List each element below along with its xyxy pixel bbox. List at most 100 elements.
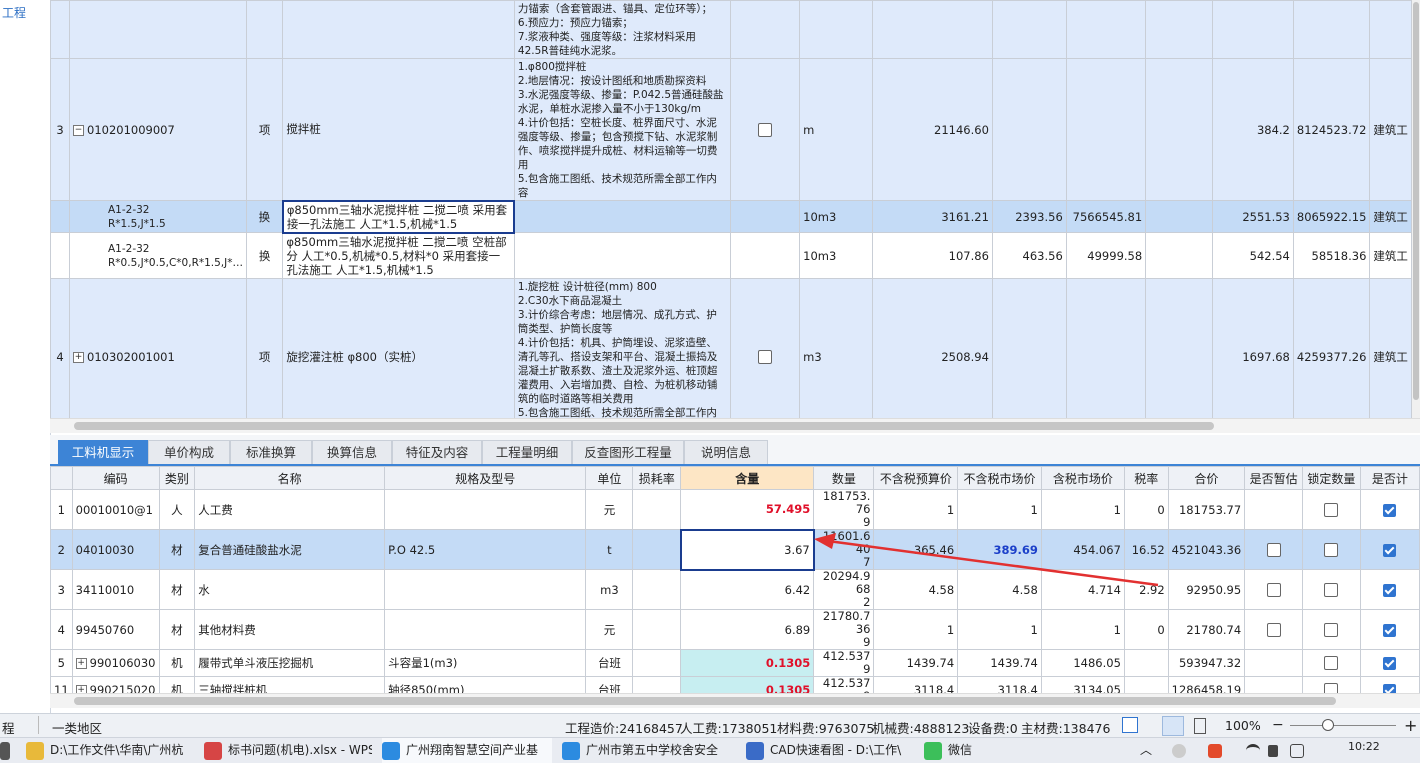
resource-loss-rate[interactable] — [632, 649, 682, 677]
item-quantity[interactable]: 21146.60 — [872, 58, 993, 201]
tray-wps-icon[interactable] — [1208, 738, 1228, 763]
lock-checkbox[interactable] — [1324, 502, 1339, 517]
wifi-icon[interactable] — [1246, 738, 1266, 763]
page-view-icon[interactable] — [1194, 718, 1206, 734]
resource-spec[interactable] — [384, 609, 587, 650]
taskbar-item[interactable]: 广州市第五中学校舍安全 — [562, 738, 738, 763]
calc-checkbox-cell[interactable] — [1359, 609, 1420, 650]
item-code[interactable] — [69, 0, 247, 59]
provisional-checkbox-cell[interactable] — [1244, 529, 1304, 570]
lock-checkbox[interactable] — [1324, 582, 1339, 597]
resource-code[interactable]: 00010010@1 — [71, 489, 160, 530]
tab-8[interactable]: 说明信息 — [684, 440, 768, 464]
column-header[interactable]: 数量 — [813, 466, 875, 490]
bill-row[interactable]: 4 +010302001001 项旋挖灌注桩 φ800（实桩） 1.旋挖桩 设计桩径(… — [50, 278, 1412, 418]
item-description[interactable]: 力锚索（含套管跟进、锚具、定位环等）； 6.预应力：预应力锚索； 7.浆液种类、… — [513, 0, 731, 59]
resource-name[interactable]: 水 — [194, 569, 386, 610]
resource-row[interactable]: 4 99450760 材其他材料费元 6.89 21780.736 9 1 1 1 0 21780… — [50, 609, 1420, 650]
resource-spec[interactable]: 斗容量1(m3) — [384, 649, 587, 677]
resource-content-qty[interactable]: 57.495 — [680, 489, 815, 530]
tab-3[interactable]: 标准换算 — [230, 440, 312, 464]
provisional-checkbox-cell[interactable] — [1244, 649, 1304, 677]
item-code[interactable]: A1-2-32 R*0.5,J*0.5,C*0,R*1.5,J*… — [69, 232, 247, 279]
lock-checkbox[interactable] — [1324, 622, 1339, 637]
resource-code[interactable]: 99450760 — [71, 609, 160, 650]
collapse-icon[interactable]: − — [73, 124, 84, 136]
resource-loss-rate[interactable] — [632, 676, 682, 693]
resource-content-qty[interactable]: 0.1305 — [680, 649, 815, 677]
tab-5[interactable]: 特征及内容 — [392, 440, 482, 464]
split-view-icon[interactable] — [1162, 716, 1184, 736]
lock-checkbox-cell[interactable] — [1302, 609, 1361, 650]
taskbar-item[interactable]: CAD快速看图 - D:\工作\ — [746, 738, 916, 763]
layout-icon[interactable] — [1122, 717, 1138, 733]
column-header[interactable]: 编码 — [71, 466, 160, 490]
tray-chevron-icon[interactable]: ︿ — [1140, 738, 1154, 763]
lock-checkbox-cell[interactable] — [1302, 529, 1361, 570]
calc-checkbox[interactable] — [1383, 543, 1397, 557]
expand-icon[interactable]: + — [73, 351, 84, 363]
item-description[interactable] — [513, 200, 731, 233]
resource-row[interactable]: 2 04010030 材复合普通硅酸盐水泥 P.O 42.5 t 3.67 11601.64… — [50, 528, 1420, 571]
bill-row[interactable]: 3−010201009007 项搅拌桩 1.φ800搅拌桩 2.地层情况：按设计图纸… — [50, 58, 1412, 201]
column-header[interactable]: 类别 — [158, 466, 196, 490]
resource-spec[interactable]: P.O 42.5 — [384, 529, 587, 570]
column-header[interactable]: 含量 — [680, 466, 815, 490]
provisional-checkbox-cell[interactable] — [1244, 489, 1304, 530]
item-quantity[interactable]: 3161.21 — [872, 200, 993, 233]
lock-checkbox-cell[interactable] — [1302, 649, 1361, 677]
item-code[interactable]: +010302001001 — [69, 278, 247, 418]
lock-checkbox-cell[interactable] — [1302, 569, 1361, 610]
item-checkbox[interactable] — [757, 349, 772, 364]
zoom-out-icon[interactable]: − — [1272, 718, 1284, 732]
left-panel-label[interactable]: 工程 — [2, 4, 26, 21]
item-checkbox[interactable] — [757, 122, 772, 137]
bill-row[interactable]: A1-2-32 R*0.5,J*0.5,C*0,R*1.5,J*… 换 φ850mm… — [50, 232, 1412, 279]
column-header[interactable]: 锁定数量 — [1302, 466, 1361, 490]
start-button[interactable] — [0, 738, 20, 763]
resource-loss-rate[interactable] — [632, 569, 682, 610]
battery-icon[interactable] — [1290, 738, 1310, 763]
market-price[interactable]: 1439.74 — [957, 649, 1042, 677]
lock-checkbox-cell[interactable] — [1302, 489, 1361, 530]
taskbar-item[interactable]: D:\工作文件\华南\广州杭 — [26, 738, 196, 763]
column-header[interactable]: 规格及型号 — [384, 466, 587, 490]
tray-app-icon[interactable] — [1172, 738, 1192, 763]
resource-code[interactable]: 04010030 — [71, 529, 160, 570]
resource-row[interactable]: 5 +990106030 机履带式单斗液压挖掘机 斗容量1(m3) 台班 0.1305 41… — [50, 649, 1420, 677]
item-code[interactable]: A1-2-32 R*1.5,J*1.5 — [69, 200, 247, 233]
clock-time[interactable]: 10:22 — [1348, 738, 1380, 759]
resource-spec[interactable] — [384, 489, 587, 530]
provisional-checkbox[interactable] — [1266, 622, 1281, 637]
taskbar-item[interactable]: 微信 — [924, 738, 1004, 763]
item-name[interactable] — [282, 0, 515, 59]
item-quantity[interactable] — [872, 0, 993, 59]
item-description[interactable]: 1.旋挖桩 设计桩径(mm) 800 2.C30水下商品混凝土 3.计价综合考虑… — [513, 278, 731, 418]
taskbar-item[interactable]: 广州翔南智慧空间产业基 — [382, 738, 552, 763]
column-header[interactable]: 含税市场价 — [1040, 466, 1125, 490]
market-price[interactable]: 1 — [957, 489, 1042, 530]
item-quantity[interactable]: 107.86 — [872, 232, 993, 279]
provisional-checkbox[interactable] — [1266, 582, 1281, 597]
bill-row[interactable]: 力锚索（含套管跟进、锚具、定位环等）； 6.预应力：预应力锚索； 7.浆液种类、… — [50, 0, 1412, 59]
calc-checkbox-cell[interactable] — [1359, 649, 1420, 677]
tab-7[interactable]: 反查图形工程量 — [572, 440, 684, 464]
item-checkbox-cell[interactable] — [729, 58, 801, 201]
column-header[interactable] — [50, 466, 73, 490]
resource-loss-rate[interactable] — [632, 489, 682, 530]
expand-icon[interactable]: + — [75, 685, 87, 693]
item-checkbox-cell[interactable] — [729, 278, 801, 418]
resource-name[interactable]: 复合普通硅酸盐水泥 — [194, 529, 386, 570]
lower-horizontal-scrollbar[interactable] — [50, 693, 1420, 708]
resource-row[interactable]: 11 +990215020 机三轴搅拌桩机 轴径850(mm) 台班 0.1305 412.… — [50, 676, 1420, 693]
item-checkbox-cell[interactable] — [729, 232, 801, 279]
calc-checkbox[interactable] — [1383, 623, 1397, 637]
calc-checkbox-cell[interactable] — [1359, 529, 1420, 570]
volume-icon[interactable] — [1268, 738, 1284, 763]
item-name[interactable]: φ850mm三轴水泥搅拌桩 二搅二喷 采用套接一孔法施工 人工*1.5,机械*1… — [281, 199, 516, 234]
taskbar-item[interactable]: 标书问题(机电).xlsx - WPS — [204, 738, 372, 763]
lock-checkbox[interactable] — [1324, 683, 1339, 693]
resource-loss-rate[interactable] — [632, 529, 682, 570]
resource-content-qty[interactable]: 6.89 — [680, 609, 815, 650]
column-header[interactable]: 不含税市场价 — [957, 466, 1042, 490]
